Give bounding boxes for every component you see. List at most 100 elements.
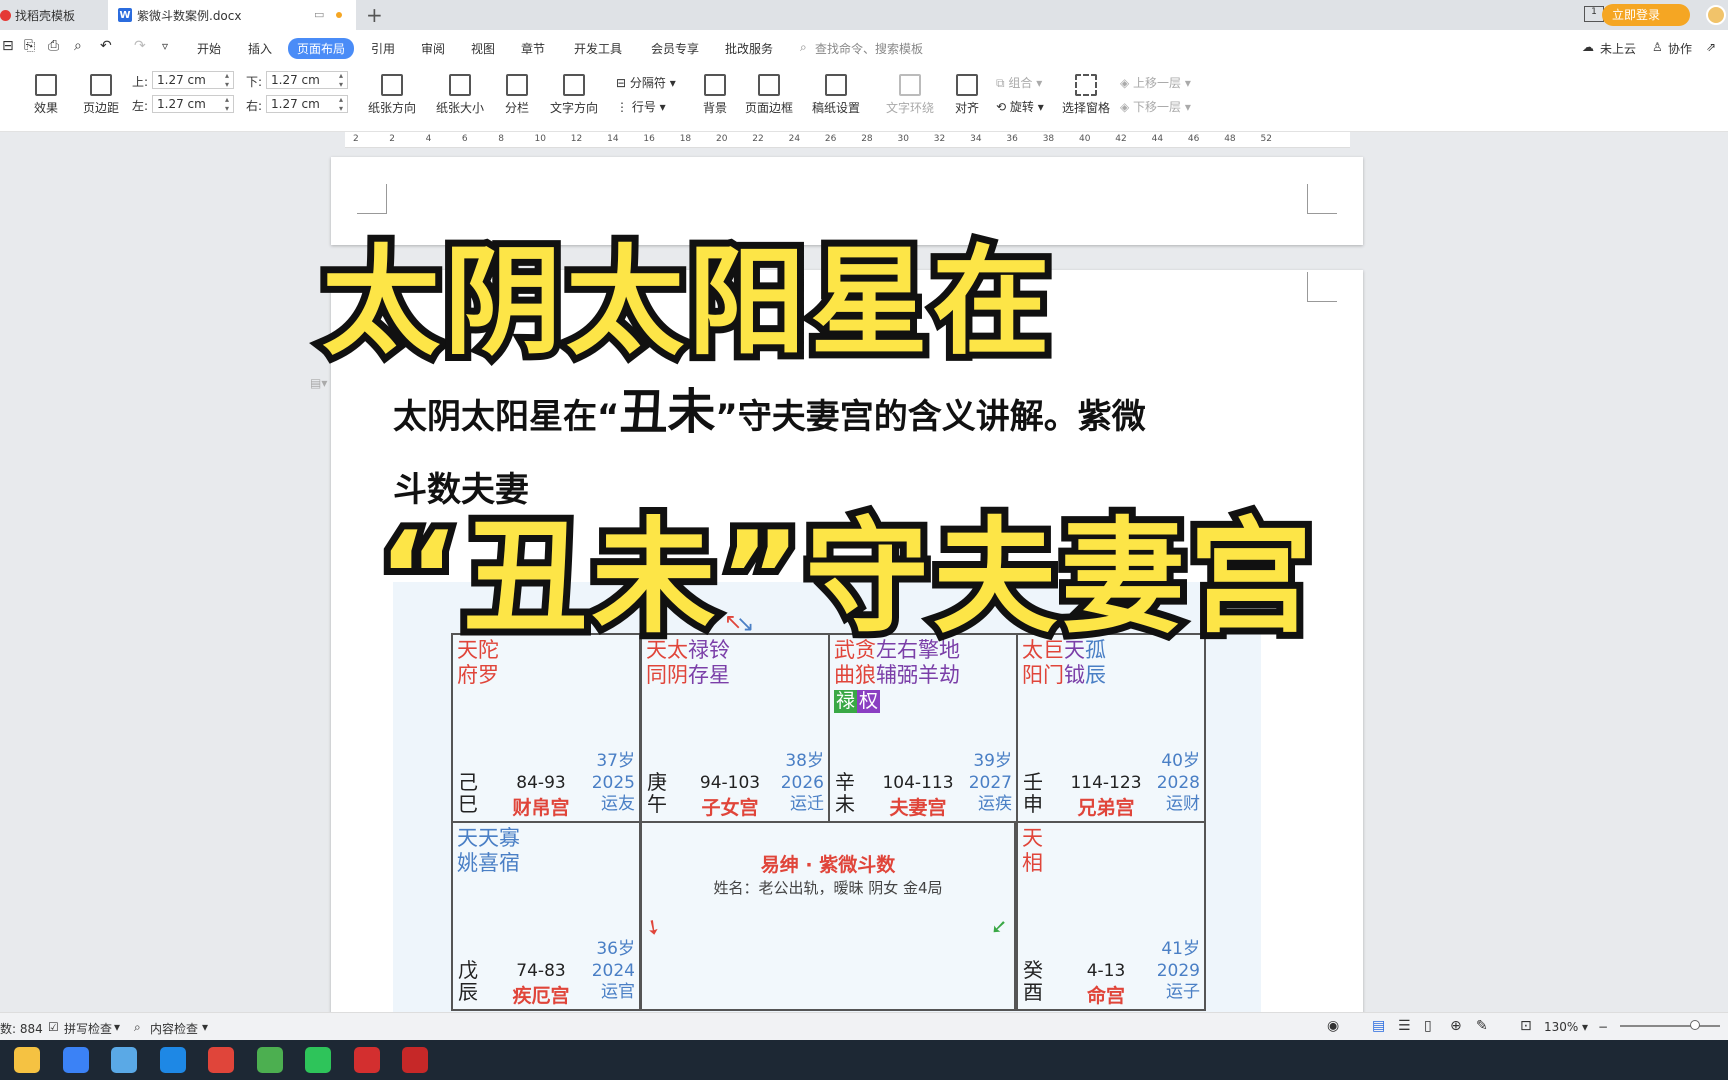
ruler-tick: 48 (1224, 134, 1236, 144)
content-check-button[interactable]: 内容检查 (150, 1020, 198, 1037)
ruler-tick: 34 (970, 134, 982, 144)
background-icon (704, 74, 726, 96)
manuscript-button[interactable]: 稿纸设置 (808, 74, 864, 116)
chrome-icon[interactable] (256, 1047, 283, 1073)
group-button[interactable]: ⧉ 组合 ▾ (996, 74, 1042, 91)
new-tab-icon[interactable]: + (366, 3, 383, 27)
reading-view-icon[interactable]: ▯ (1424, 1018, 1432, 1034)
login-button[interactable]: 立即登录 (1601, 4, 1690, 26)
crop-mark (1307, 272, 1337, 302)
tab-view[interactable]: 视图 (471, 40, 495, 57)
palace-cell: 天相癸酉 4-13 41岁 2029 运子 命宫 (1016, 821, 1206, 1011)
right-margin-field[interactable]: 1.27 cm (266, 95, 348, 113)
dropdown-icon[interactable]: ▾ (202, 1020, 208, 1034)
mail-icon[interactable] (159, 1047, 186, 1073)
background-button[interactable]: 背景 (696, 74, 734, 116)
eye-protect-icon[interactable]: ◉ (1327, 1018, 1339, 1034)
send-backward-button[interactable]: ◈ 下移一层 ▾ (1120, 98, 1191, 115)
align-button[interactable]: 对齐 (948, 74, 986, 116)
zoom-level[interactable]: 130% (1544, 1020, 1578, 1034)
tab-insert[interactable]: 插入 (248, 40, 272, 57)
columns-button[interactable]: 分栏 (498, 74, 536, 116)
save-icon[interactable]: ⊟ (2, 38, 14, 54)
align-icon (956, 74, 978, 96)
page-border-button[interactable]: 页面边框 (742, 74, 796, 116)
print-icon[interactable]: ⎙ (48, 38, 59, 54)
palace-name: 疾厄宫 (512, 985, 570, 1007)
collaborate-button[interactable]: 协作 (1668, 40, 1692, 57)
star-char: 门 (1043, 663, 1064, 687)
line-numbers-button[interactable]: ⋮ 行号 ▾ (616, 98, 666, 115)
wechat-icon[interactable] (305, 1047, 331, 1073)
outline-view-icon[interactable]: ☰ (1398, 1018, 1411, 1034)
web-view-icon[interactable]: ⊕ (1450, 1018, 1462, 1034)
orientation-button[interactable]: 纸张方向 (363, 74, 421, 116)
effect-button[interactable]: 效果 (26, 74, 66, 116)
preview-icon[interactable]: ⌕ (74, 38, 82, 54)
tab-developer[interactable]: 开发工具 (574, 40, 622, 57)
tab-chapter[interactable]: 章节 (521, 40, 545, 57)
paragraph-handle-icon[interactable]: ▤▾ (310, 376, 327, 390)
bring-forward-button[interactable]: ◈ 上移一层 ▾ (1120, 74, 1191, 91)
write-view-icon[interactable]: ✎ (1476, 1018, 1488, 1034)
tab-page-layout[interactable]: 页面布局 (288, 38, 355, 59)
paper-size-button[interactable]: 纸张大小 (431, 74, 489, 116)
share-icon[interactable]: ⇗ (1706, 40, 1716, 54)
text-direction-button[interactable]: 文字方向 (545, 74, 603, 116)
content-check-icon: ⌕ (134, 1020, 141, 1034)
left-margin-field[interactable]: 1.27 cm (152, 95, 234, 113)
tab-references[interactable]: 引用 (371, 40, 395, 57)
manuscript-label: 稿纸设置 (811, 101, 860, 115)
word-count[interactable]: 数: 884 (0, 1020, 43, 1037)
export-icon[interactable]: ⎘ (24, 38, 35, 54)
horizontal-ruler[interactable]: 2 2 4 6 8 10 12 14 16 18 20 22 24 26 28 30 32 34 36 38 40 42 4… (345, 132, 1350, 148)
zoom-out-icon[interactable]: − (1598, 1020, 1608, 1034)
customize-icon[interactable]: ▿ (162, 39, 168, 53)
zoom-slider-thumb[interactable] (1690, 1020, 1700, 1030)
breaks-button[interactable]: ⊟ 分隔符 ▾ (616, 74, 676, 91)
redo-icon[interactable]: ↷ (134, 38, 146, 54)
undo-icon[interactable]: ↶ (100, 38, 112, 54)
zoom-slider[interactable] (1620, 1020, 1720, 1030)
dropdown-icon[interactable]: ▾ (114, 1020, 120, 1034)
page-view-icon[interactable]: ▤ (1372, 1018, 1385, 1034)
tab-document[interactable]: W 紫微斗数案例.docx ▭ (108, 0, 356, 30)
cloud-status[interactable]: 未上云 (1600, 40, 1636, 57)
ruler-tick: 46 (1187, 134, 1200, 144)
chart-center-subtitle: 姓名：老公出轨，暧昧 阴女 金4局 (713, 879, 943, 897)
ruler-tick: 2 (353, 134, 359, 144)
rotate-button[interactable]: ⟲ 旋转 ▾ (996, 98, 1044, 115)
photos-icon[interactable] (208, 1047, 234, 1073)
ruler-tick: 8 (498, 134, 504, 144)
tab-home[interactable]: 开始 (197, 40, 221, 57)
tab-templates[interactable]: 找稻壳模板 (0, 0, 108, 30)
selection-pane-button[interactable]: 选择窗格 (1060, 74, 1112, 116)
palace-name: 子女宫 (701, 797, 759, 819)
text-wrap-button[interactable]: 文字环绕 (880, 74, 940, 116)
tab-member[interactable]: 会员专享 (651, 40, 699, 57)
bring-forward-label: 上移一层 (1133, 76, 1182, 90)
store-icon[interactable] (62, 1047, 89, 1073)
top-margin-field[interactable]: 1.27 cm (152, 71, 234, 89)
notes-icon[interactable] (111, 1047, 137, 1073)
ruler-tick: 6 (461, 134, 468, 144)
spell-check-button[interactable]: 拼写检查 (64, 1020, 112, 1037)
bottom-margin-field[interactable]: 1.27 cm (266, 71, 348, 89)
command-search-input[interactable]: 查找命令、搜索模板 (815, 40, 923, 57)
wps-icon[interactable] (353, 1047, 380, 1073)
pin-icon[interactable]: ▭ (314, 8, 324, 21)
star-char: 喜 (478, 851, 499, 875)
avatar[interactable] (1706, 5, 1726, 25)
fit-page-icon[interactable]: ⊡ (1520, 1018, 1532, 1034)
dropdown-icon[interactable]: ▾ (1582, 1020, 1588, 1034)
tab-correction[interactable]: 批改服务 (725, 40, 773, 57)
file-explorer-icon[interactable] (14, 1047, 40, 1073)
orientation-label: 纸张方向 (367, 101, 416, 115)
ruler-tick: 44 (1151, 134, 1164, 144)
recorder-icon[interactable] (402, 1047, 428, 1073)
ruler-tick: 52 (1260, 134, 1272, 144)
margins-button[interactable]: 页边距 (76, 74, 126, 116)
word-doc-icon: W (118, 8, 132, 22)
tab-review[interactable]: 审阅 (421, 40, 445, 57)
ruler-tick: 28 (861, 134, 873, 144)
